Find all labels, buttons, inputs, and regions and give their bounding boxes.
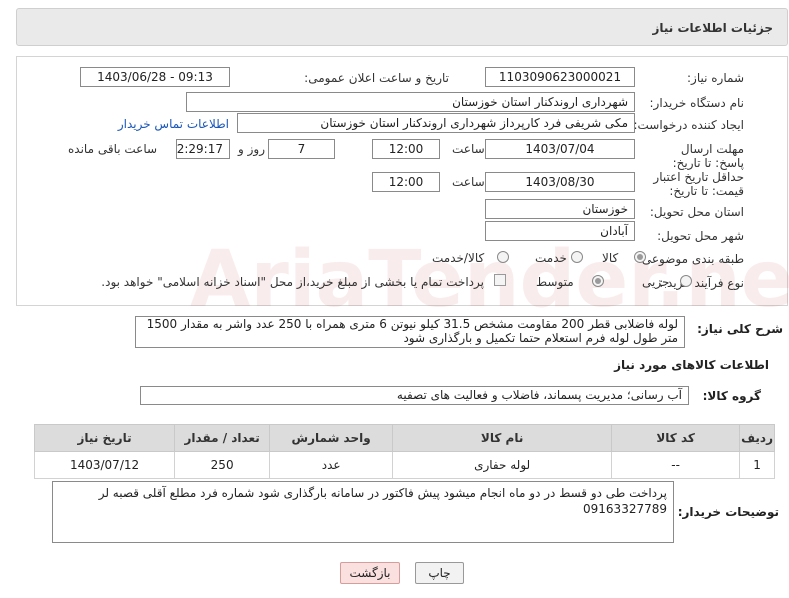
deadline-time-label: ساعت <box>452 142 485 156</box>
items-table: ردیف کد کالا نام کالا واحد شمارش تعداد /… <box>33 424 775 479</box>
category-radio-service[interactable] <box>571 251 583 263</box>
category-label: طبقه بندی موضوعی: <box>637 252 744 266</box>
requester-field: مکی شریفی فرد کارپرداز شهرداری اروندکنار… <box>237 113 635 133</box>
summary-label: شرح کلی نیاز: <box>697 322 783 336</box>
category-option-goods-service: کالا/خدمت <box>432 251 485 265</box>
buyer-notes-textarea[interactable]: پرداخت طی دو قسط در دو ماه انجام میشود پ… <box>52 481 674 543</box>
buyer-org-field: شهرداری اروندکنار استان خوزستان <box>186 92 635 112</box>
cell-name: لوله حفاری <box>392 451 613 479</box>
process-label: نوع فرآیند خرید : <box>659 276 744 290</box>
category-radio-goods[interactable] <box>634 251 646 263</box>
deadline-label: مهلت ارسال پاسخ: تا تاریخ: <box>672 142 744 170</box>
goods-info-title: اطلاعات کالاهای مورد نیاز <box>614 358 769 372</box>
items-table-wrapper: ردیف کد کالا نام کالا واحد شمارش تعداد /… <box>33 424 775 479</box>
buyer-contact-link[interactable]: اطلاعات تماس خریدار <box>118 117 229 131</box>
cell-qty: 250 <box>174 451 271 479</box>
validity-date-field: 1403/08/30 <box>485 172 635 192</box>
cell-row: 1 <box>739 451 775 479</box>
page-header: جزئیات اطلاعات نیاز <box>16 8 788 46</box>
process-option-medium: متوسط <box>536 275 574 289</box>
remaining-time-field: 02:29:17 <box>176 139 230 159</box>
category-option-service: خدمت <box>535 251 567 265</box>
process-radio-minor[interactable] <box>680 275 692 287</box>
remaining-label: ساعت باقی مانده <box>68 142 158 156</box>
delivery-province-label: استان محل تحویل: <box>649 205 744 219</box>
page-title: جزئیات اطلاعات نیاز <box>652 21 773 35</box>
validity-label: حداقل تاریخ اعتبار قیمت: تا تاریخ: <box>653 170 744 198</box>
col-name: نام کالا <box>392 424 613 452</box>
col-unit: واحد شمارش <box>269 424 394 452</box>
buyer-org-label: نام دستگاه خریدار: <box>649 96 745 110</box>
cell-code: -- <box>611 451 741 479</box>
category-radio-goods-service[interactable] <box>497 251 509 263</box>
goods-group-label: گروه کالا: <box>702 389 761 403</box>
table-row: 1 -- لوله حفاری عدد 250 1403/07/12 <box>33 451 775 479</box>
deadline-date-field: 1403/07/04 <box>485 139 635 159</box>
cell-date: 1403/07/12 <box>33 451 176 479</box>
summary-textarea[interactable]: لوله فاضلابی قطر 200 مقاومت مشخص 31.5 کی… <box>135 316 685 348</box>
deadline-time-field: 12:00 <box>372 139 440 159</box>
delivery-province-field: خوزستان <box>485 199 635 219</box>
col-row: ردیف <box>739 424 775 452</box>
table-header-row: ردیف کد کالا نام کالا واحد شمارش تعداد /… <box>33 424 775 452</box>
delivery-city-field: آبادان <box>485 221 635 241</box>
validity-time-label: ساعت <box>452 175 485 189</box>
need-number-label: شماره نیاز: <box>687 71 744 85</box>
buyer-notes-label: توضیحات خریدار: <box>677 505 779 519</box>
process-radio-medium[interactable] <box>592 275 604 287</box>
category-option-goods: کالا <box>602 251 619 265</box>
need-number-field: 1103090623000021 <box>485 67 635 87</box>
col-code: کد کالا <box>611 424 741 452</box>
print-button[interactable]: چاپ <box>415 562 464 584</box>
col-qty: تعداد / مقدار <box>174 424 271 452</box>
days-label: روز و <box>238 142 265 156</box>
process-option-minor: جزیی <box>642 275 670 289</box>
treasury-checkbox-text: پرداخت تمام یا بخشی از مبلغ خرید،از محل … <box>101 275 484 289</box>
treasury-checkbox[interactable] <box>494 274 506 286</box>
requester-label: ایجاد کننده درخواست: <box>633 118 744 132</box>
back-button[interactable]: بازگشت <box>340 562 400 584</box>
col-date: تاریخ نیاز <box>33 424 176 452</box>
cell-unit: عدد <box>269 451 394 479</box>
days-field: 7 <box>268 139 335 159</box>
goods-group-field: آب رسانی؛ مدیریت پسماند، فاضلاب و فعالیت… <box>140 386 689 405</box>
delivery-city-label: شهر محل تحویل: <box>657 229 744 243</box>
announce-field: 1403/06/28 - 09:13 <box>80 67 230 87</box>
validity-time-field: 12:00 <box>372 172 440 192</box>
announce-label: تاریخ و ساعت اعلان عمومی: <box>304 71 449 85</box>
